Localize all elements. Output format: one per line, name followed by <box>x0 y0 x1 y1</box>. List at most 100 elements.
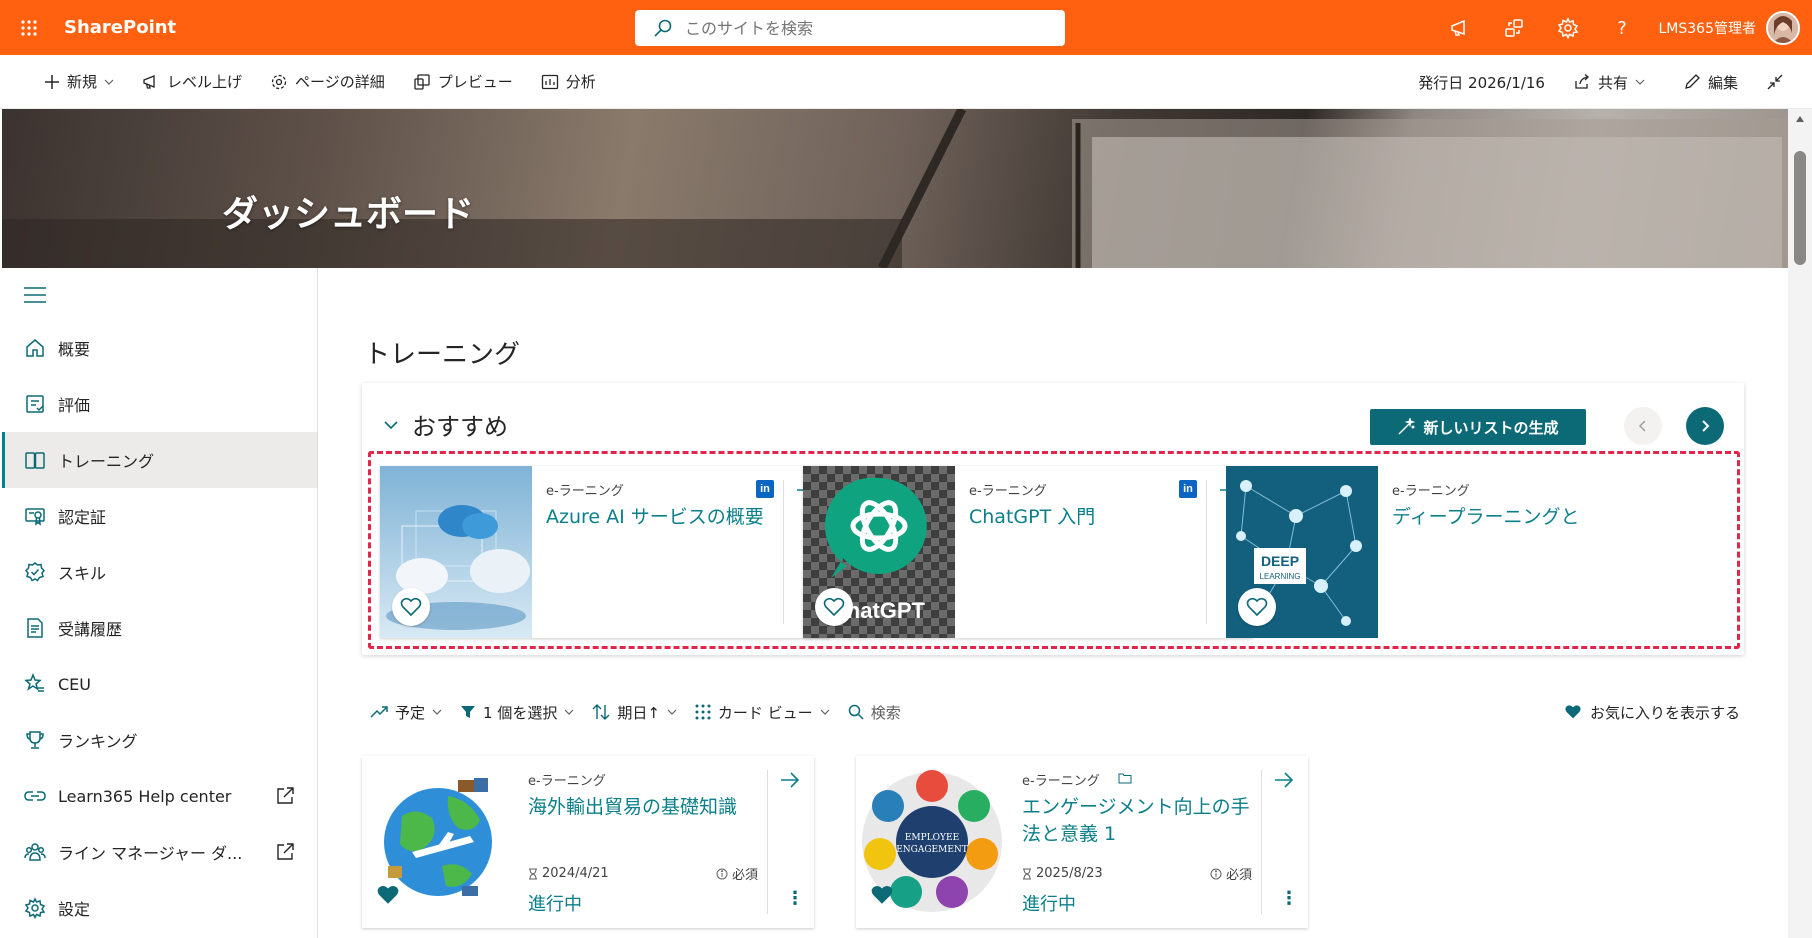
arrow-right-icon[interactable] <box>1274 772 1294 792</box>
carousel-next-button[interactable] <box>1686 407 1724 445</box>
app-name[interactable]: SharePoint <box>64 17 176 38</box>
show-favorites-toggle[interactable]: お気に入りを表示する <box>1564 696 1740 728</box>
course-title[interactable]: 海外輸出貿易の基礎知識 <box>528 794 756 821</box>
share-button[interactable]: 共有 <box>1559 55 1659 109</box>
link-icon <box>24 791 46 801</box>
course-title[interactable]: エンゲージメント向上の手法と意義 1 <box>1022 794 1250 848</box>
app-launcher-icon[interactable] <box>0 0 58 55</box>
carousel-prev-button[interactable] <box>1624 407 1662 445</box>
nav-item-label: 受講履歴 <box>58 620 123 639</box>
required-label: 必須 <box>731 868 758 883</box>
favorite-heart-icon[interactable] <box>376 884 400 910</box>
upcoming-filter[interactable]: 予定 <box>370 702 442 723</box>
new-label: 新規 <box>67 73 98 91</box>
edit-label: 編集 <box>1707 73 1738 92</box>
selection-filter[interactable]: 1 個を選択 <box>460 702 574 723</box>
course-card[interactable]: e-ラーニング 海外輸出貿易の基礎知識 2024/4/21 必須 進行中 ⋮ <box>362 756 814 928</box>
nav-item-line-manager[interactable]: ライン マネージャー ダ... <box>2 824 317 880</box>
people-icon <box>24 843 46 861</box>
svg-text:EMPLOYEE: EMPLOYEE <box>905 833 959 843</box>
home-icon <box>26 339 44 357</box>
info-icon <box>1210 868 1222 879</box>
required-label: 必須 <box>1225 868 1252 883</box>
chevron-down-icon <box>820 709 830 715</box>
course-search[interactable]: 検索 <box>848 702 901 723</box>
preview-label: プレビュー <box>437 73 513 91</box>
analytics-button[interactable]: 分析 <box>527 55 610 109</box>
edit-button[interactable]: 編集 <box>1669 55 1752 109</box>
search-label: 検索 <box>870 703 901 722</box>
chevron-down-icon[interactable] <box>384 420 398 430</box>
nav-item-ceu[interactable]: CEU <box>2 656 317 712</box>
site-search-box[interactable] <box>635 10 1065 46</box>
recommended-heading: おすすめ <box>412 413 508 441</box>
help-icon[interactable]: ? <box>1595 0 1649 55</box>
scroll-thumb[interactable] <box>1794 151 1806 265</box>
info-icon <box>716 868 728 879</box>
status-label: 進行中 <box>1022 894 1076 915</box>
nav-item-overview[interactable]: 概要 <box>2 320 317 376</box>
promote-label: レベル上げ <box>167 73 243 91</box>
search-icon <box>654 19 672 37</box>
filter-icon <box>461 706 476 718</box>
star-list-icon <box>24 673 44 692</box>
nav-item-assessment[interactable]: 評価 <box>2 376 317 432</box>
chevron-down-icon <box>104 79 114 85</box>
sort-due-date[interactable]: 期日↑ <box>592 702 677 723</box>
new-button[interactable]: 新規 <box>30 55 128 109</box>
document-icon <box>27 618 43 638</box>
favorite-heart-icon[interactable] <box>870 884 894 910</box>
recommended-header[interactable]: おすすめ <box>384 407 508 442</box>
avatar[interactable] <box>1766 10 1800 45</box>
arrow-right-icon[interactable] <box>780 772 800 792</box>
search-icon <box>848 704 864 720</box>
left-navigation: 概要 評価 トレーニング 認定証 スキル 受講履歴 CEU ランキング Lear… <box>2 268 318 938</box>
scroll-up-icon[interactable] <box>1795 115 1805 123</box>
trending-icon <box>370 706 388 718</box>
course-meta: 2024/4/21 必須 <box>528 864 758 883</box>
nav-item-label: トレーニング <box>58 452 155 471</box>
collapse-icon[interactable] <box>1752 55 1798 109</box>
promote-button[interactable]: レベル上げ <box>128 55 256 109</box>
chevron-down-icon <box>432 709 442 715</box>
nav-item-skills[interactable]: スキル <box>2 544 317 600</box>
search-input[interactable] <box>685 18 1045 38</box>
course-card[interactable]: EMPLOYEE ENGAGEMENT e-ラーニング エンゲージメント向上の手… <box>856 756 1308 928</box>
nav-item-label: ランキング <box>58 732 138 751</box>
nav-item-history[interactable]: 受講履歴 <box>2 600 317 656</box>
more-options-icon[interactable]: ⋮ <box>1280 888 1298 909</box>
published-date: 発行日 2026/1/16 <box>1418 73 1545 92</box>
due-date: 2024/4/21 <box>542 866 609 881</box>
main-content: トレーニング おすすめ 新しいリストの生成 e-ラーニング in Azure A… <box>318 268 1788 938</box>
gear-icon <box>24 897 46 919</box>
sort-label: 期日↑ <box>617 703 660 722</box>
selection-label: 1 個を選択 <box>483 703 558 722</box>
page-details-button[interactable]: ページの詳細 <box>256 55 399 109</box>
nav-item-ranking[interactable]: ランキング <box>2 712 317 768</box>
nav-item-training[interactable]: トレーニング <box>2 432 317 488</box>
nav-item-label: 設定 <box>58 900 91 919</box>
preview-button[interactable]: プレビュー <box>399 55 527 109</box>
hourglass-icon <box>1023 868 1031 879</box>
course-type: e-ラーニング <box>1022 774 1100 789</box>
switch-org-icon[interactable] <box>1487 0 1541 55</box>
certificate-icon <box>25 508 45 526</box>
show-favorites-label: お気に入りを表示する <box>1589 703 1740 722</box>
preview-icon <box>414 73 430 90</box>
hamburger-menu-icon[interactable] <box>24 286 46 308</box>
highlight-annotation <box>368 451 1740 649</box>
nav-item-label: Learn365 Help center <box>58 786 232 806</box>
nav-item-label: 概要 <box>58 340 91 359</box>
user-name[interactable]: LMS365管理者 <box>1659 18 1757 38</box>
hourglass-icon <box>529 868 537 879</box>
nav-item-settings[interactable]: 設定 <box>2 880 317 936</box>
page-scrollbar[interactable] <box>1788 109 1812 938</box>
nav-item-certificates[interactable]: 認定証 <box>2 488 317 544</box>
megaphone-icon[interactable] <box>1433 0 1487 55</box>
more-options-icon[interactable]: ⋮ <box>786 888 804 909</box>
gear-icon[interactable] <box>1541 0 1595 55</box>
nav-item-help-center[interactable]: Learn365 Help center <box>2 768 317 824</box>
view-selector[interactable]: カード ビュー <box>695 702 830 723</box>
plus-icon <box>45 74 59 89</box>
generate-list-button[interactable]: 新しいリストの生成 <box>1370 409 1586 445</box>
